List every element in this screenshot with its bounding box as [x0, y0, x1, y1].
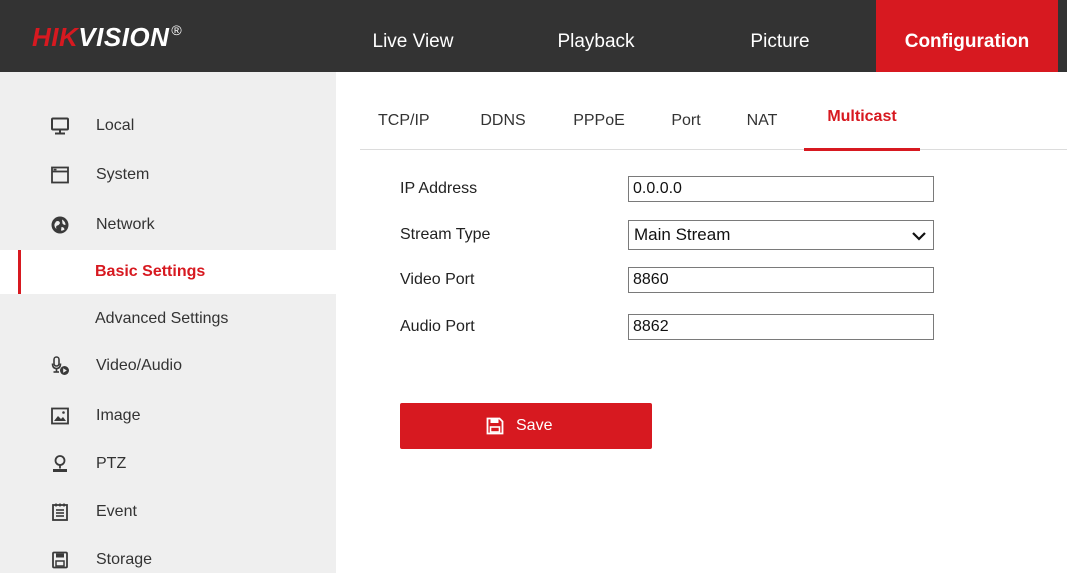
tab-tcp-ip[interactable]: TCP/IP	[378, 100, 430, 150]
stream-type-label: Stream Type	[400, 226, 491, 243]
form-row-audio-port: Audio Port	[400, 312, 940, 342]
image-icon	[50, 406, 70, 426]
ip-address-label: IP Address	[400, 180, 478, 197]
audio-port-input[interactable]	[628, 314, 934, 340]
form-row-stream-type: Stream Type Main Stream	[400, 220, 940, 250]
sidebar-item-system[interactable]: System	[0, 153, 336, 197]
sidebar-item-label: PTZ	[96, 455, 127, 472]
form-row-video-port: Video Port	[400, 265, 940, 295]
stream-type-select[interactable]: Main Stream	[628, 220, 934, 250]
sidebar-item-label: Video/Audio	[96, 357, 182, 374]
sidebar-item-label: Storage	[96, 551, 153, 568]
sidebar-item-storage[interactable]: Storage	[0, 538, 336, 573]
sidebar-item-basic-settings[interactable]: Basic Settings	[0, 250, 336, 294]
sidebar-item-advanced-settings[interactable]: Advanced Settings	[0, 297, 336, 341]
save-button[interactable]: Save	[400, 403, 652, 449]
video-port-input[interactable]	[628, 267, 934, 293]
sidebar-item-event[interactable]: Event	[0, 490, 336, 534]
sidebar-item-label: Event	[96, 503, 137, 520]
tab-pppoe[interactable]: PPPoE	[570, 100, 628, 150]
sidebar-item-local[interactable]: Local	[0, 104, 336, 148]
sidebar-item-network[interactable]: Network	[0, 203, 336, 247]
nav-live-view[interactable]: Live View	[353, 0, 473, 72]
tab-port[interactable]: Port	[666, 100, 706, 150]
audio-port-label: Audio Port	[400, 318, 475, 335]
tab-nat[interactable]: NAT	[743, 100, 781, 150]
microphone-icon	[50, 356, 70, 376]
sidebar-item-label: Image	[96, 407, 141, 424]
video-port-label: Video Port	[400, 271, 475, 288]
ip-address-input[interactable]	[628, 176, 934, 202]
floppy-disk-icon	[486, 417, 504, 435]
sidebar-item-label: Local	[96, 117, 135, 134]
sidebar-item-label: Network	[96, 216, 155, 233]
sidebar-item-video-audio[interactable]: Video/Audio	[0, 344, 336, 388]
nav-picture[interactable]: Picture	[720, 0, 840, 72]
sidebar-item-image[interactable]: Image	[0, 394, 336, 438]
top-bar-edge	[1058, 0, 1067, 72]
sidebar-item-label: Advanced Settings	[95, 310, 229, 327]
save-button-label: Save	[516, 417, 553, 434]
nav-configuration[interactable]: Configuration	[876, 0, 1058, 72]
window-icon	[50, 165, 70, 185]
form-row-ip-address: IP Address	[400, 174, 940, 204]
logo-text-red: HIK	[32, 22, 79, 52]
tab-ddns[interactable]: DDNS	[474, 100, 532, 150]
sidebar-item-label: Basic Settings	[95, 263, 206, 280]
ptz-icon	[50, 454, 70, 474]
sidebar-item-ptz[interactable]: PTZ	[0, 442, 336, 486]
event-icon	[50, 502, 70, 522]
stream-type-value: Main Stream	[634, 225, 731, 244]
network-tabs: TCP/IP DDNS PPPoE Port NAT Multicast	[360, 100, 1067, 151]
logo-text-white: VISION	[78, 22, 170, 52]
storage-icon	[50, 550, 70, 570]
nav-playback[interactable]: Playback	[530, 0, 662, 72]
chevron-down-icon	[911, 228, 927, 244]
hikvision-logo: HIKVISION ®	[32, 22, 183, 52]
top-navigation-bar: HIKVISION ® Live View Playback Picture Co…	[0, 0, 1067, 72]
monitor-icon	[50, 116, 70, 136]
tab-multicast[interactable]: Multicast	[804, 100, 920, 151]
globe-icon	[50, 215, 70, 235]
logo-registered-mark: ®	[171, 22, 183, 38]
sidebar-item-label: System	[96, 166, 150, 183]
